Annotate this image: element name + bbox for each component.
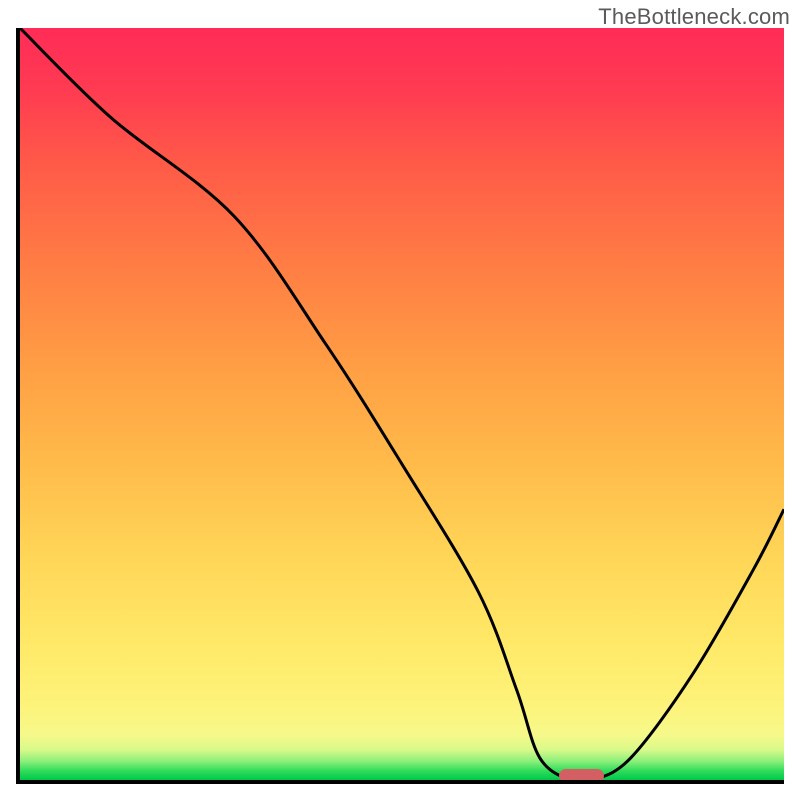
watermark-text: TheBottleneck.com — [598, 4, 790, 30]
optimum-marker — [559, 769, 605, 783]
plot-area — [16, 28, 784, 784]
curve-svg — [20, 28, 784, 780]
chart-container: TheBottleneck.com — [0, 0, 800, 800]
bottleneck-curve-path — [20, 28, 784, 780]
